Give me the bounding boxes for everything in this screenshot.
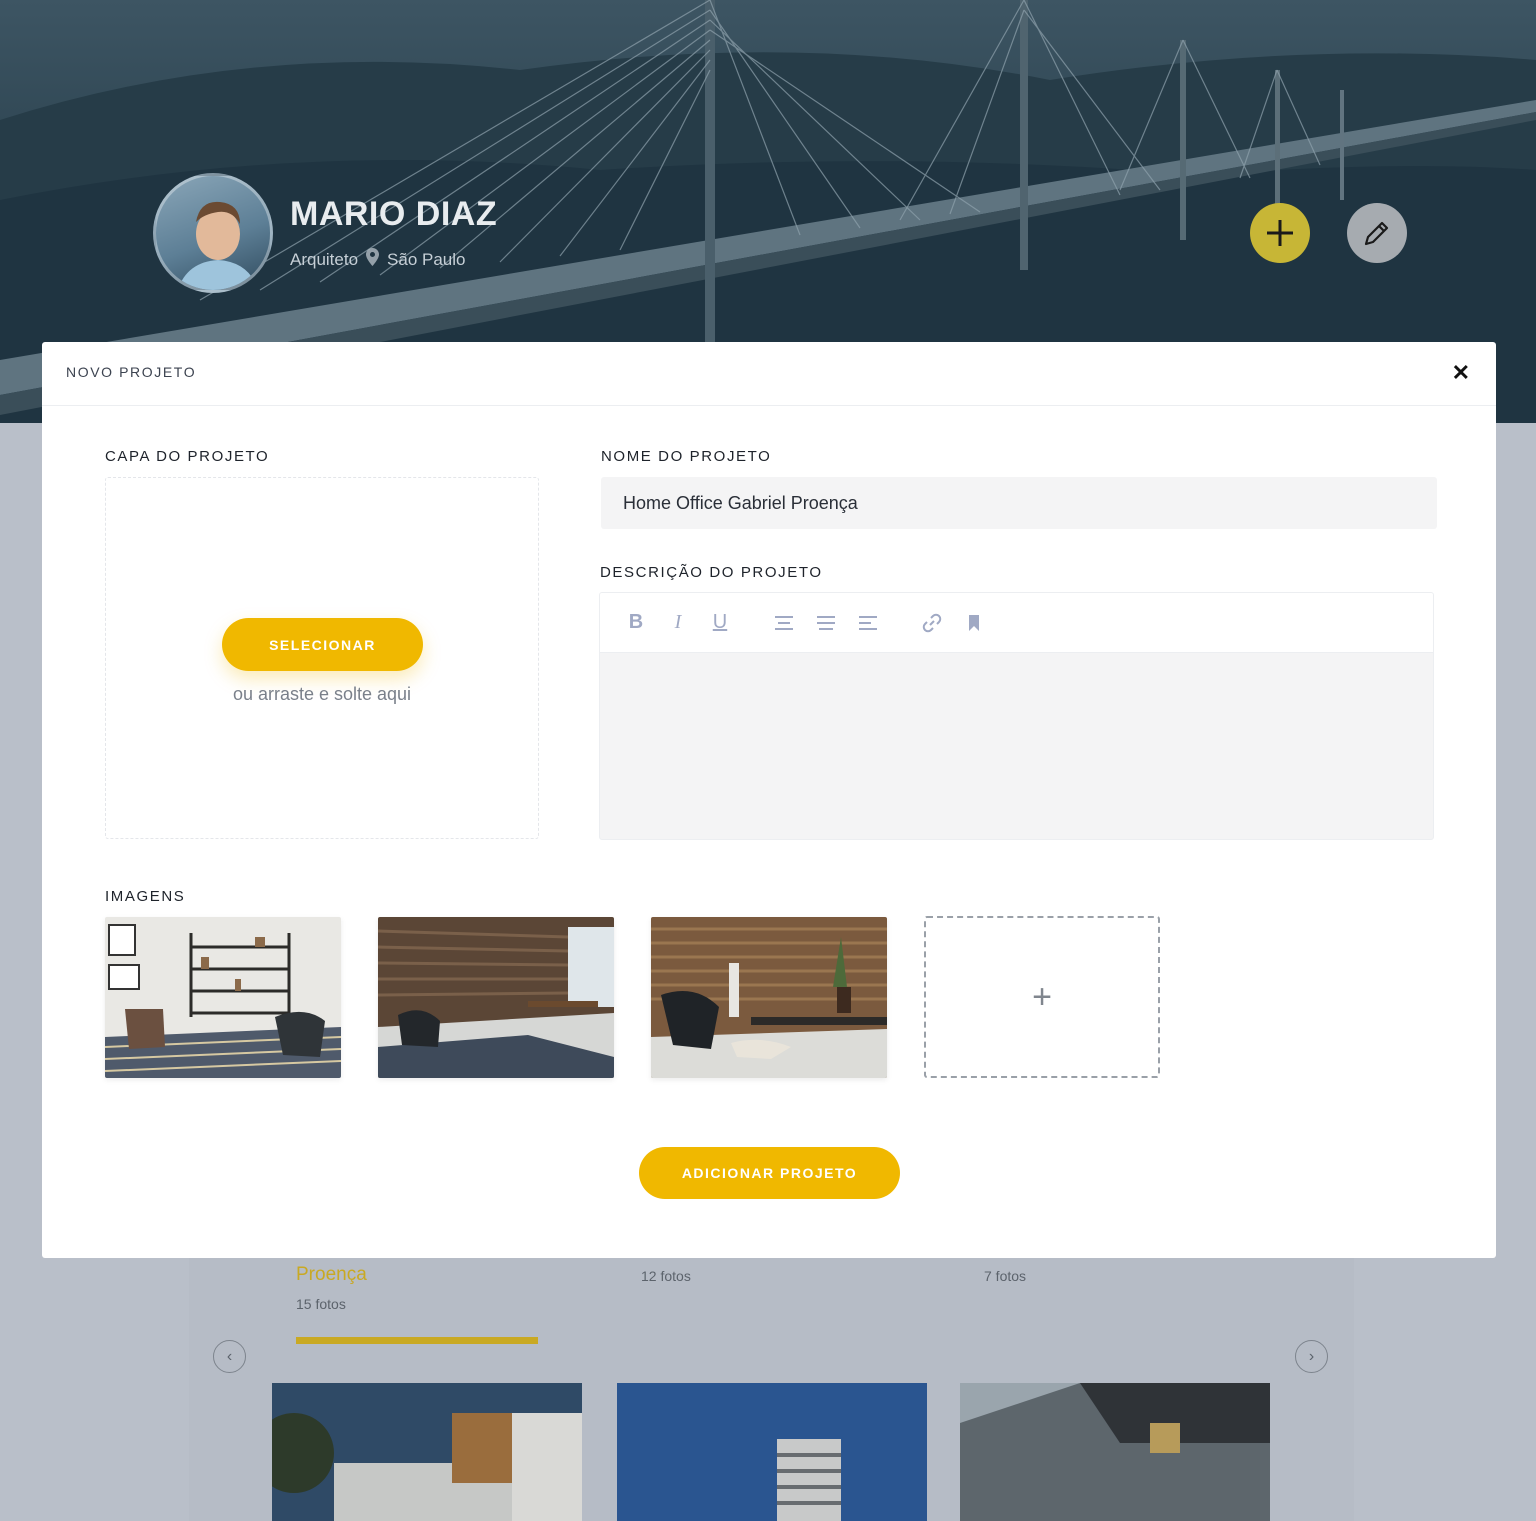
active-tab-indicator xyxy=(296,1337,538,1344)
add-image-button[interactable]: + xyxy=(924,916,1160,1078)
project-name-label: NOME DO PROJETO xyxy=(601,448,772,465)
project-image-thumb[interactable] xyxy=(651,917,887,1078)
profile-meta: Arquiteto São Paulo xyxy=(290,248,466,271)
plus-icon xyxy=(1267,220,1293,246)
description-label: DESCRIÇÃO DO PROJETO xyxy=(600,564,823,581)
align-justify-icon[interactable] xyxy=(812,609,840,637)
project-photo[interactable] xyxy=(272,1383,582,1521)
select-cover-button[interactable]: SELECIONAR xyxy=(222,618,423,671)
prev-arrow-button[interactable]: ‹ xyxy=(213,1340,246,1373)
project-photo-count: 12 fotos xyxy=(641,1268,691,1284)
align-center-icon[interactable] xyxy=(770,609,798,637)
next-arrow-button[interactable]: › xyxy=(1295,1340,1328,1373)
profile-location: São Paulo xyxy=(387,249,466,269)
project-image-thumb[interactable] xyxy=(378,917,614,1078)
italic-icon[interactable]: I xyxy=(664,609,692,637)
edit-profile-button[interactable] xyxy=(1347,203,1407,263)
profile-role: Arquiteto xyxy=(290,249,359,269)
description-editor[interactable]: B I U xyxy=(599,592,1434,840)
project-name-input[interactable] xyxy=(601,477,1437,529)
images-label: IMAGENS xyxy=(105,888,186,905)
close-icon[interactable]: ✕ xyxy=(1452,362,1470,384)
underline-icon[interactable]: U xyxy=(706,609,734,637)
new-project-modal: NOVO PROJETO ✕ CAPA DO PROJETO SELECIONA… xyxy=(42,342,1496,1258)
project-photo-count: 15 fotos xyxy=(296,1296,346,1312)
pencil-icon xyxy=(1364,221,1389,246)
align-left-icon[interactable] xyxy=(854,609,882,637)
project-tab-title[interactable]: Proença xyxy=(296,1264,367,1286)
avatar xyxy=(153,173,273,293)
project-image-thumb[interactable] xyxy=(105,917,341,1078)
modal-title: NOVO PROJETO xyxy=(66,364,197,380)
location-pin-icon xyxy=(366,248,380,271)
cover-label: CAPA DO PROJETO xyxy=(105,448,270,465)
modal-header: NOVO PROJETO ✕ xyxy=(42,342,1496,406)
cover-dropzone[interactable]: SELECIONAR ou arraste e solte aqui xyxy=(105,477,539,839)
bold-icon[interactable]: B xyxy=(622,609,650,637)
editor-toolbar: B I U xyxy=(600,593,1433,653)
add-project-button[interactable] xyxy=(1250,203,1310,263)
drop-hint: ou arraste e solte aqui xyxy=(232,684,412,704)
bookmark-icon[interactable] xyxy=(960,609,988,637)
project-photo[interactable] xyxy=(617,1383,927,1521)
profile-name: MARIO DIAZ xyxy=(290,195,498,233)
project-photo[interactable] xyxy=(960,1383,1270,1521)
link-icon[interactable] xyxy=(918,609,946,637)
submit-project-button[interactable]: ADICIONAR PROJETO xyxy=(639,1147,900,1199)
project-photo-count: 7 fotos xyxy=(984,1268,1027,1284)
